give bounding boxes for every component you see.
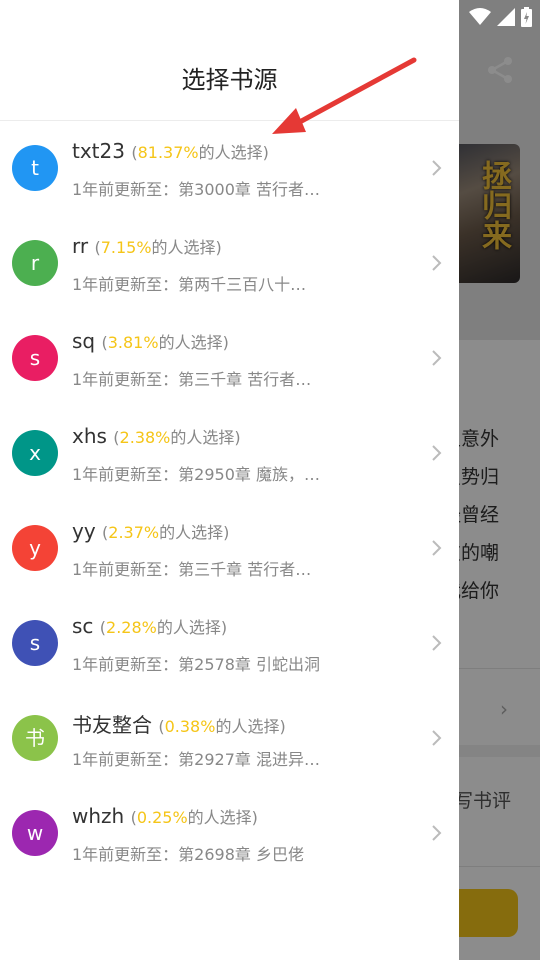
source-percent-suffix: 的人选择) <box>151 238 222 257</box>
source-row[interactable]: r rr (7.15%的人选择) 1年前更新至：第两千三百八十… <box>0 216 459 311</box>
source-name-line: xhs (2.38%的人选择) <box>72 424 241 448</box>
source-percent-suffix: 的人选择) <box>215 717 286 736</box>
status-bar <box>469 6 532 28</box>
source-name-line: whzh (0.25%的人选择) <box>72 804 258 828</box>
source-row[interactable]: t txt23 (81.37%的人选择) 1年前更新至：第3000章 苦行者… <box>0 121 459 216</box>
source-name: yy <box>72 519 96 543</box>
source-name: sq <box>72 329 96 353</box>
source-row[interactable]: s sq (3.81%的人选择) 1年前更新至：第三千章 苦行者… <box>0 311 459 406</box>
source-percent: 3.81% <box>107 333 159 352</box>
source-name: whzh <box>72 804 125 828</box>
source-percent-suffix: 的人选择) <box>198 143 269 162</box>
source-name: rr <box>72 234 89 258</box>
chevron-right-icon <box>432 160 442 176</box>
source-update: 1年前更新至：第2927章 混进异… <box>72 750 320 769</box>
source-percent: 81.37% <box>137 143 199 162</box>
chevron-right-icon <box>432 635 442 651</box>
signal-icon <box>497 8 515 26</box>
source-percent-suffix: 的人选择) <box>187 808 258 827</box>
source-name-line: rr (7.15%的人选择) <box>72 234 222 258</box>
source-row[interactable]: s sc (2.28%的人选择) 1年前更新至：第2578章 引蛇出洞 <box>0 596 459 691</box>
source-percent: 7.15% <box>100 238 152 257</box>
source-avatar: s <box>12 620 58 666</box>
source-update: 1年前更新至：第3000章 苦行者… <box>72 180 320 199</box>
source-name-line: sq (3.81%的人选择) <box>72 329 229 353</box>
source-percent: 2.37% <box>108 523 160 542</box>
source-update: 1年前更新至：第两千三百八十… <box>72 275 307 294</box>
source-avatar: r <box>12 240 58 286</box>
source-avatar: w <box>12 810 58 856</box>
source-percent-suffix: 的人选择) <box>170 428 241 447</box>
source-row[interactable]: w whzh (0.25%的人选择) 1年前更新至：第2698章 乡巴佬 <box>0 786 459 881</box>
source-update: 1年前更新至：第三千章 苦行者… <box>72 560 312 579</box>
source-percent: 0.38% <box>164 717 216 736</box>
source-percent-suffix: 的人选择) <box>159 523 230 542</box>
source-list: t txt23 (81.37%的人选择) 1年前更新至：第3000章 苦行者… … <box>0 121 459 881</box>
chevron-right-icon <box>432 825 442 841</box>
source-percent-suffix: 的人选择) <box>158 333 229 352</box>
source-name: sc <box>72 614 94 638</box>
source-percent: 2.28% <box>106 618 157 637</box>
source-avatar: 书 <box>12 715 58 761</box>
source-avatar: s <box>12 335 58 381</box>
source-avatar: t <box>12 145 58 191</box>
chevron-right-icon <box>432 730 442 746</box>
source-percent-suffix: 的人选择) <box>156 618 228 637</box>
wifi-icon <box>469 8 491 25</box>
source-update: 1年前更新至：第2698章 乡巴佬 <box>72 845 304 864</box>
source-update: 1年前更新至：第2950章 魔族，… <box>72 465 320 484</box>
drawer-title: 选择书源 <box>181 66 278 94</box>
chevron-right-icon <box>432 255 442 271</box>
source-percent: 2.38% <box>119 428 171 447</box>
source-update: 1年前更新至：第三千章 苦行者… <box>72 370 312 389</box>
source-avatar: y <box>12 525 58 571</box>
source-row[interactable]: 书 书友整合 (0.38%的人选择) 1年前更新至：第2927章 混进异… <box>0 691 459 786</box>
source-name-line: sc (2.28%的人选择) <box>72 614 227 638</box>
source-percent: 0.25% <box>136 808 188 827</box>
chevron-right-icon <box>432 445 442 461</box>
source-update: 1年前更新至：第2578章 引蛇出洞 <box>72 655 320 674</box>
chevron-right-icon <box>432 540 442 556</box>
source-name-line: yy (2.37%的人选择) <box>72 519 229 543</box>
source-avatar: x <box>12 430 58 476</box>
source-name-line: 书友整合 (0.38%的人选择) <box>72 709 286 738</box>
source-name: 书友整合 <box>72 713 152 737</box>
source-row[interactable]: x xhs (2.38%的人选择) 1年前更新至：第2950章 魔族，… <box>0 406 459 501</box>
source-drawer: 选择书源 t txt23 (81.37%的人选择) 1年前更新至：第3000章 … <box>0 0 459 960</box>
source-name-line: txt23 (81.37%的人选择) <box>72 139 269 163</box>
source-row[interactable]: y yy (2.37%的人选择) 1年前更新至：第三千章 苦行者… <box>0 501 459 596</box>
source-name: xhs <box>72 424 107 448</box>
chevron-right-icon <box>432 350 442 366</box>
source-name: txt23 <box>72 139 125 163</box>
battery-charging-icon <box>521 7 532 27</box>
